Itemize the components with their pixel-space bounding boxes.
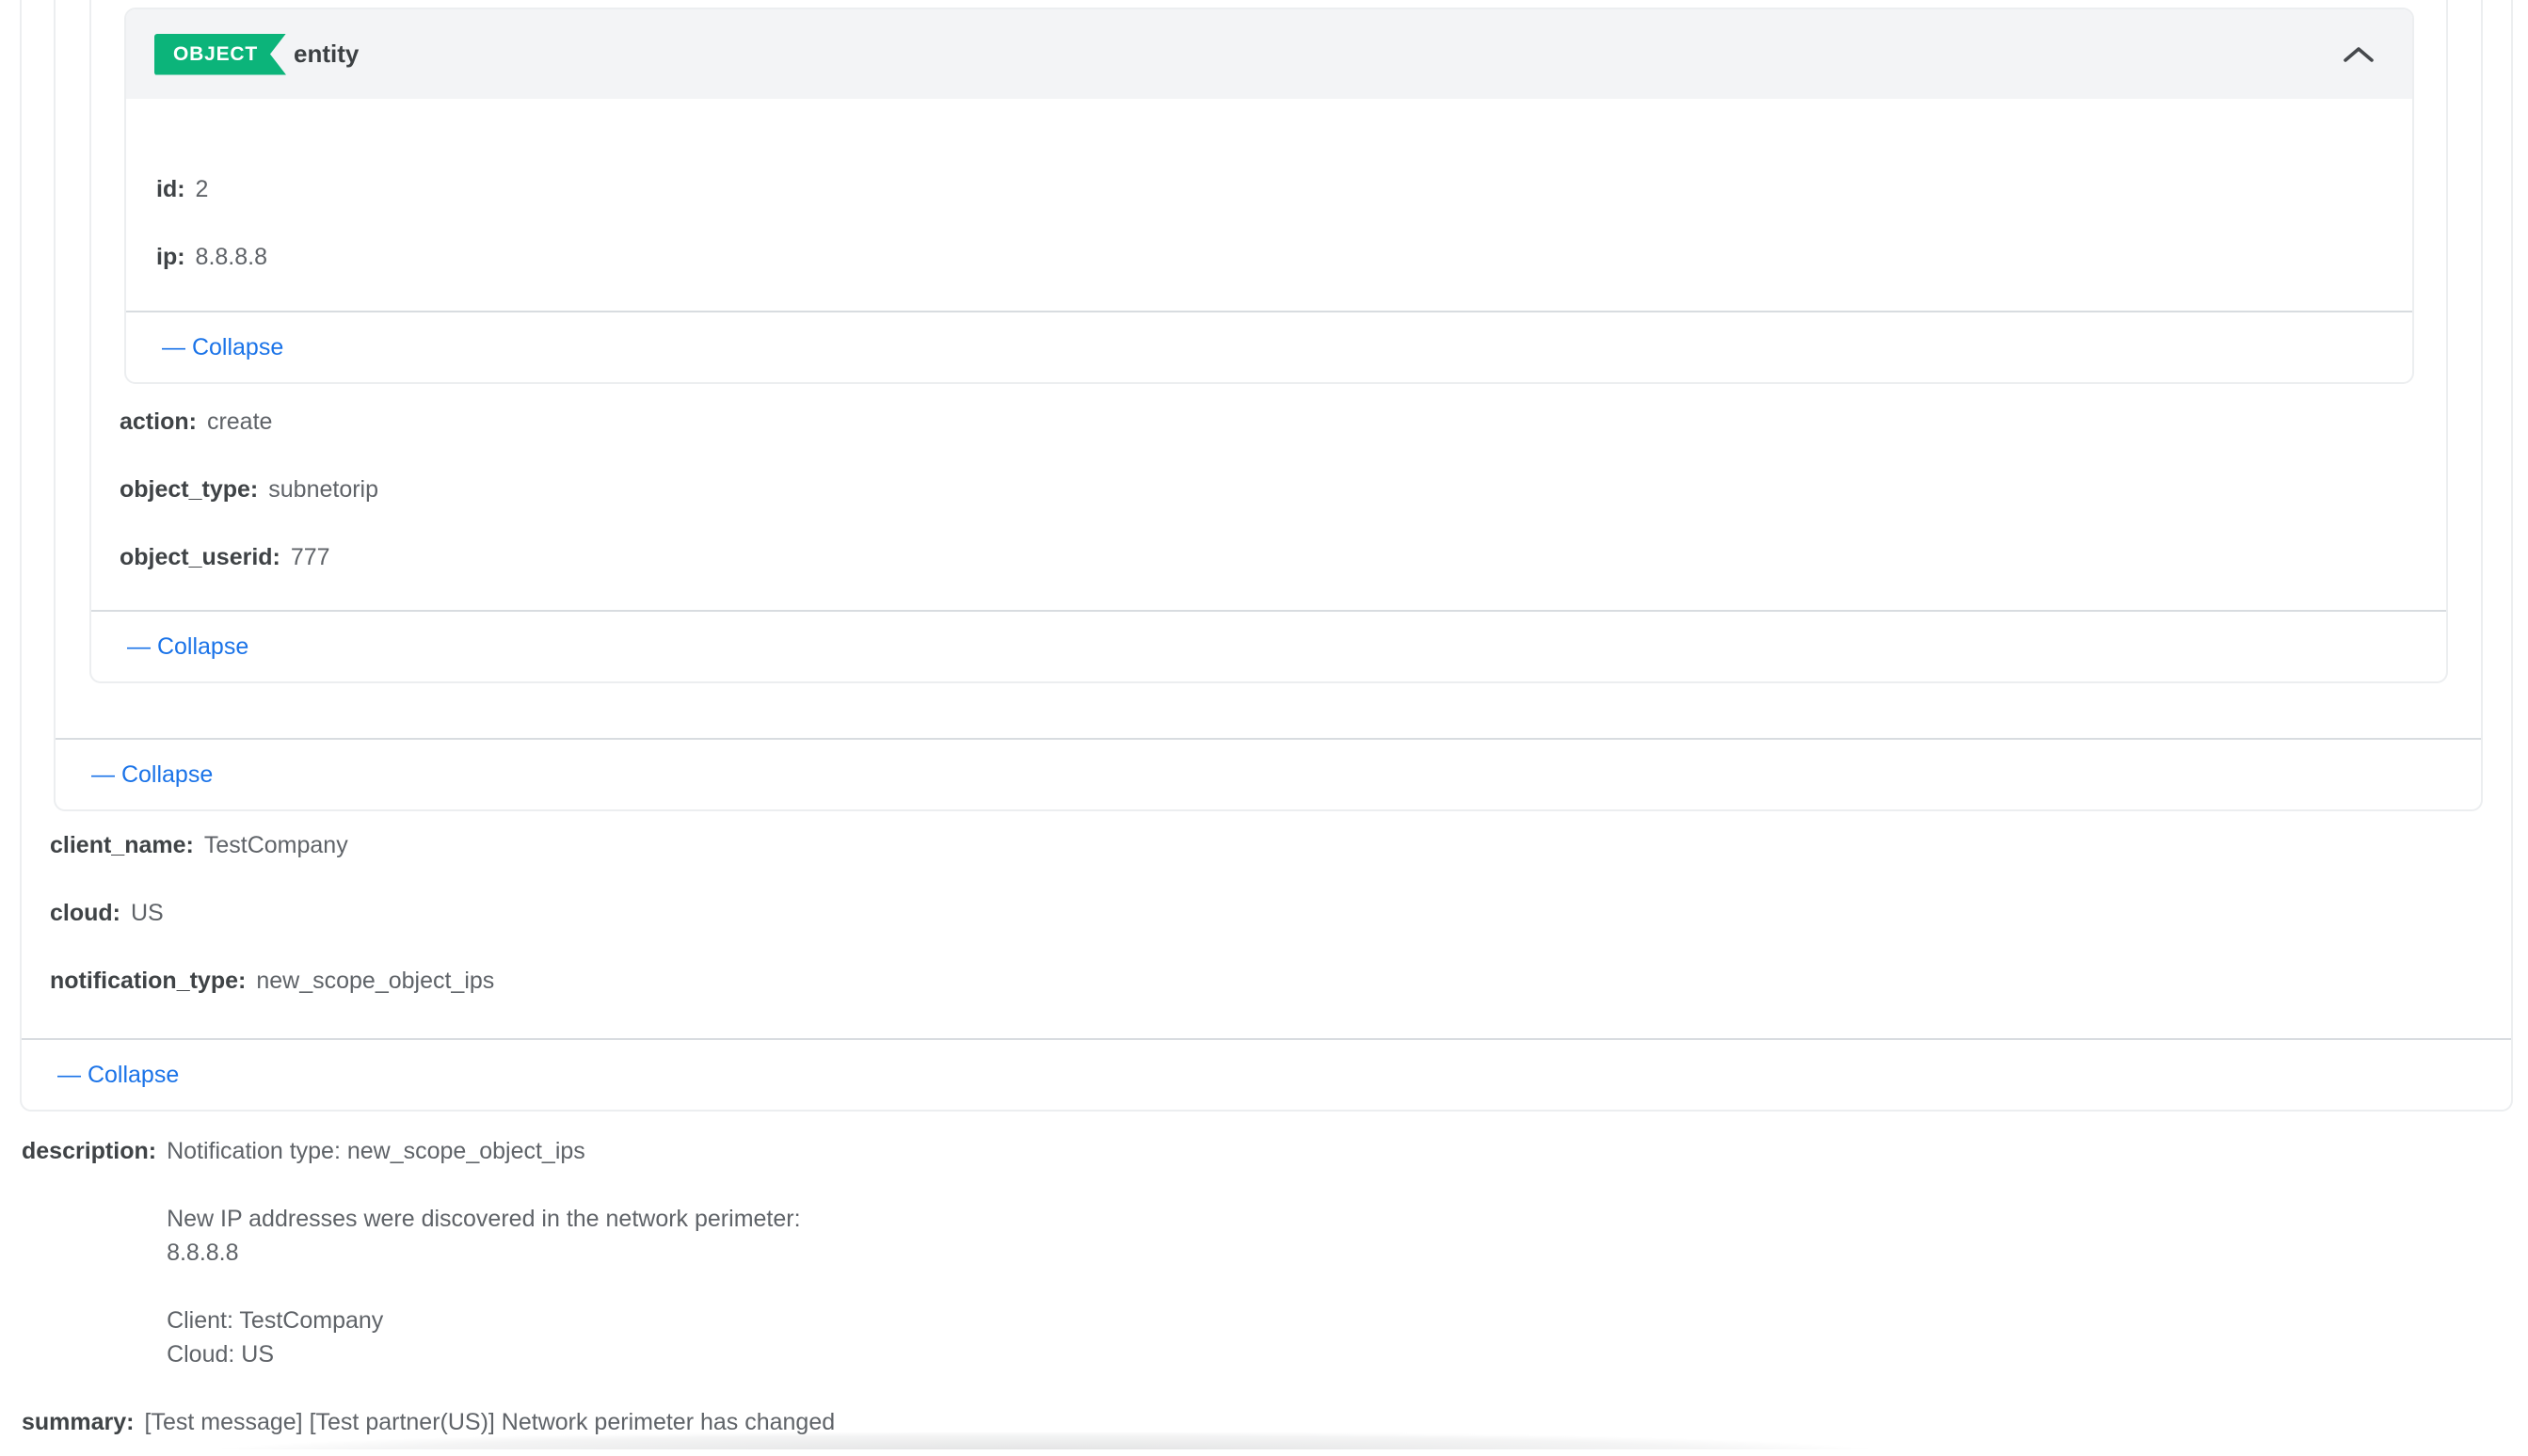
field-id: id: 2 (156, 155, 2384, 223)
field-object-userid: object_userid: 777 (120, 523, 2418, 591)
field-label: description: (22, 1134, 156, 1371)
field-value: create (207, 388, 272, 456)
entity-panel-body: id: 2 ip: 8.8.8.8 (126, 99, 2412, 311)
field-value: Notification type: new_scope_object_ips … (167, 1134, 800, 1371)
entity-panel-title: entity (294, 40, 359, 69)
root-fields: description: Notification type: new_scop… (0, 1112, 2528, 1456)
collapse-link-entity-wrapper[interactable]: — Collapse (127, 633, 248, 661)
field-value: TestCompany (204, 811, 348, 879)
entity-wrapper-footer: — Collapse (91, 610, 2446, 681)
objects-wrapper-panel: OBJECT entity id: 2 ip: 8.8. (54, 0, 2483, 811)
field-cloud: cloud: US (50, 879, 2483, 947)
entity-panel-footer: — Collapse (126, 311, 2412, 382)
field-label: action: (120, 388, 197, 456)
objects-wrapper-footer: — Collapse (56, 738, 2481, 809)
chevron-up-icon (2343, 45, 2375, 64)
entity-wrapper-fields: action: create object_type: subnetorip o… (91, 384, 2446, 610)
field-label: client_name: (50, 811, 194, 879)
field-value: 777 (291, 523, 330, 591)
field-value: [Test message] [Test partner(US)] Networ… (145, 1388, 836, 1456)
field-object-type: object_type: subnetorip (120, 456, 2418, 523)
field-value: new_scope_object_ips (256, 947, 494, 1015)
field-value: US (131, 879, 164, 947)
collapse-link-entity[interactable]: — Collapse (162, 334, 283, 361)
field-value: 8.8.8.8 (196, 223, 267, 291)
field-label: notification_type: (50, 947, 246, 1015)
collapse-panel-button[interactable] (2343, 45, 2375, 64)
field-label: cloud: (50, 879, 120, 947)
field-summary: summary: [Test message] [Test partner(US… (22, 1388, 2490, 1456)
field-value: subnetorip (268, 456, 378, 523)
object-type-badge: OBJECT (154, 34, 286, 75)
field-description: description: Notification type: new_scop… (22, 1117, 2490, 1388)
collapse-link-notification[interactable]: — Collapse (57, 1062, 179, 1089)
notification-panel-footer: — Collapse (22, 1038, 2511, 1110)
field-notification-type: notification_type: new_scope_object_ips (50, 947, 2483, 1015)
notification-fields: client_name: TestCompany cloud: US notif… (22, 811, 2511, 1038)
field-label: id: (156, 155, 185, 223)
field-action: action: create (120, 388, 2418, 456)
entity-wrapper-panel: OBJECT entity id: 2 ip: 8.8. (89, 0, 2448, 683)
field-label: object_type: (120, 456, 258, 523)
field-ip: ip: 8.8.8.8 (156, 223, 2384, 291)
entity-object-panel: OBJECT entity id: 2 ip: 8.8. (124, 8, 2414, 384)
field-value: 2 (196, 155, 209, 223)
field-label: summary: (22, 1388, 135, 1456)
field-label: object_userid: (120, 523, 280, 591)
collapse-link-objects[interactable]: — Collapse (91, 761, 213, 789)
notification-object-panel: OBJECT entity id: 2 ip: 8.8. (20, 0, 2513, 1112)
entity-panel-header: OBJECT entity (126, 9, 2412, 99)
field-client-name: client_name: TestCompany (50, 811, 2483, 879)
field-label: ip: (156, 223, 185, 291)
